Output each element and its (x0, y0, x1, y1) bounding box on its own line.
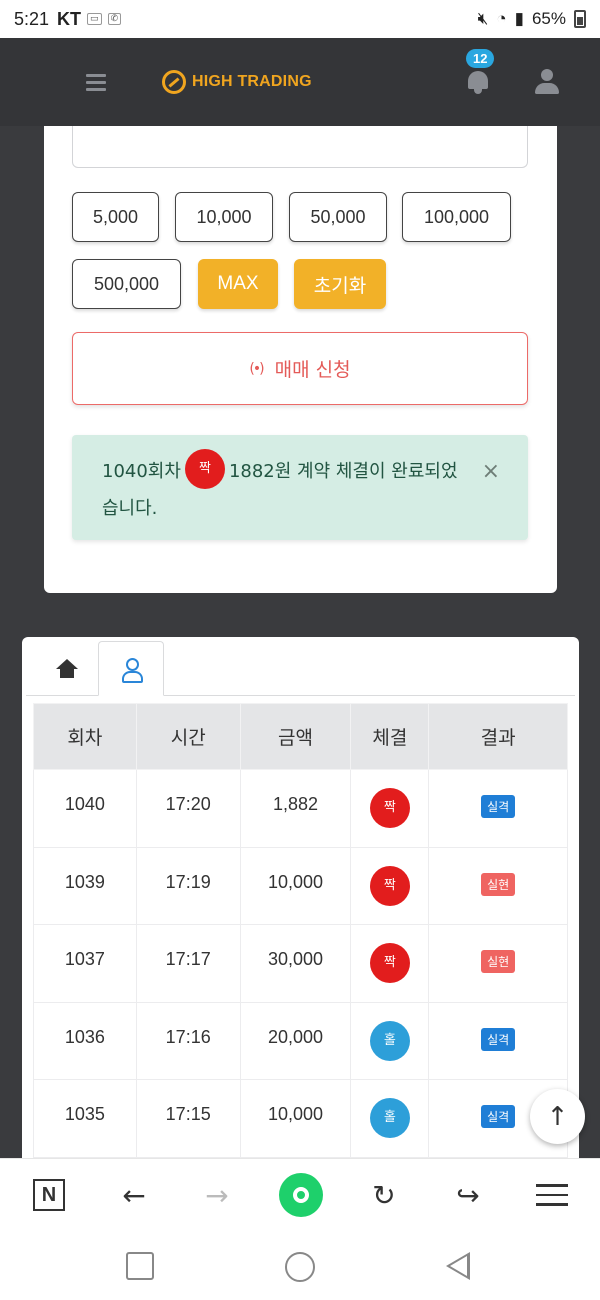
history-card: 회차 시간 금액 체결 결과 1040 17:20 1,882 짝 실격 103… (22, 637, 579, 1197)
amount-input[interactable] (72, 126, 528, 168)
history-table: 회차 시간 금액 체결 결과 1040 17:20 1,882 짝 실격 103… (33, 703, 568, 1158)
chip-badge: 짝 (369, 865, 410, 906)
logo-chart-icon (162, 70, 186, 94)
cell-amount: 20,000 (239, 1001, 352, 1080)
amount-button-5000[interactable]: 5,000 (72, 192, 159, 242)
result-badge: 실격 (481, 1105, 516, 1128)
green-circle-icon (293, 1187, 309, 1203)
column-header-fill: 체결 (350, 703, 430, 770)
green-action-button[interactable] (279, 1173, 323, 1217)
battery-icon (574, 10, 586, 28)
naver-icon: N (33, 1179, 65, 1211)
browser-toolbar: N ← → ↻ ↪ (0, 1158, 600, 1230)
cell-time: 17:16 (135, 1001, 241, 1080)
history-tabs (26, 641, 575, 696)
table-row: 1036 17:16 20,000 홀 실격 (33, 1001, 568, 1080)
broadcast-icon: (•) (249, 360, 264, 377)
status-carrier: KT (57, 8, 82, 29)
chip-badge: 짝 (369, 788, 410, 828)
reset-button[interactable]: 초기화 (294, 259, 386, 309)
recents-icon[interactable] (126, 1252, 154, 1280)
wifi-icon: ◔ (496, 9, 507, 28)
person-icon (121, 657, 143, 683)
android-nav-bar (0, 1230, 600, 1300)
scroll-top-button[interactable]: ↑ (530, 1089, 585, 1144)
submit-trade-button[interactable]: (•) 매매 신청 (72, 332, 528, 405)
amount-button-100000[interactable]: 100,000 (402, 192, 511, 242)
cell-round: 1035 (33, 1079, 137, 1158)
cell-round: 1037 (33, 924, 137, 1003)
cell-time: 17:15 (135, 1079, 241, 1158)
result-badge: 실현 (481, 872, 516, 896)
home-icon (56, 658, 78, 679)
refresh-icon[interactable]: ↻ (362, 1173, 406, 1217)
close-icon[interactable]: × (482, 453, 500, 490)
cell-round: 1039 (33, 846, 137, 925)
share-icon[interactable]: ↪ (446, 1173, 490, 1217)
success-alert: 1040회차 짝 1882원 계약 체결이 완료되었습니다. × (72, 435, 528, 540)
column-header-time: 시간 (135, 703, 241, 770)
battery-percent: 65% (531, 9, 566, 28)
amount-button-500000[interactable]: 500,000 (72, 259, 181, 309)
hamburger-menu-icon[interactable] (86, 73, 106, 91)
muted-icon: 🔇︎ (477, 9, 489, 28)
cell-time: 17:20 (135, 769, 241, 848)
amount-button-50000[interactable]: 50,000 (289, 192, 387, 242)
logo[interactable]: HIGH TRADING (162, 70, 312, 94)
max-button[interactable]: MAX (198, 259, 278, 309)
forward-icon[interactable]: → (195, 1173, 239, 1217)
app-notification-icon: ▭ (87, 13, 102, 25)
table-row: 1037 17:17 30,000 짝 실현 (33, 924, 568, 1003)
tab-my[interactable] (98, 641, 164, 696)
column-header-amount: 금액 (239, 703, 352, 770)
alert-chip: 짝 (184, 449, 225, 489)
result-badge: 실현 (481, 950, 516, 973)
bell-icon[interactable]: 12 (466, 49, 495, 95)
trade-card: 5,000 10,000 50,000 100,000 500,000 MAX … (44, 126, 557, 593)
logo-text: HIGH TRADING (192, 73, 312, 90)
alert-round: 1040회차 (102, 461, 181, 482)
column-header-round: 회차 (33, 703, 137, 770)
tab-home[interactable] (34, 641, 100, 696)
column-header-result: 결과 (428, 703, 568, 770)
back-icon[interactable]: ← (112, 1173, 156, 1217)
table-row: 1035 17:15 10,000 홀 실격 (33, 1079, 568, 1158)
status-bar: 5:21 KT ▭ ✆ 🔇︎ ◔ ▮ 65% (0, 0, 600, 38)
table-row: 1039 17:19 10,000 짝 실현 (33, 846, 568, 925)
naver-home-button[interactable]: N (27, 1173, 71, 1217)
app-header: HIGH TRADING 12 (0, 38, 600, 126)
amount-button-10000[interactable]: 10,000 (175, 192, 273, 242)
chip-badge: 짝 (369, 943, 410, 983)
user-icon[interactable] (534, 69, 560, 95)
cell-time: 17:17 (135, 924, 241, 1003)
status-time: 5:21 (14, 8, 50, 29)
chip-badge: 홀 (369, 1020, 410, 1061)
chip-badge: 홀 (369, 1098, 410, 1138)
cell-round: 1036 (33, 1001, 137, 1080)
cell-amount: 10,000 (239, 846, 352, 925)
call-icon: ✆ (107, 13, 122, 25)
notification-badge: 12 (466, 49, 495, 68)
result-badge: 실격 (481, 1027, 516, 1051)
menu-icon[interactable] (530, 1173, 574, 1217)
back-nav-icon[interactable] (446, 1252, 470, 1280)
cell-round: 1040 (33, 769, 137, 848)
submit-label: 매매 신청 (274, 359, 351, 381)
cell-amount: 1,882 (239, 769, 352, 848)
signal-icon: ▮ (514, 9, 524, 28)
cell-time: 17:19 (135, 846, 241, 925)
table-row: 1040 17:20 1,882 짝 실격 (33, 769, 568, 848)
cell-amount: 10,000 (239, 1079, 352, 1158)
result-badge: 실격 (481, 795, 516, 818)
status-right: 🔇︎ ◔ ▮ 65% (478, 9, 586, 29)
cell-amount: 30,000 (239, 924, 352, 1003)
home-nav-icon[interactable] (285, 1252, 315, 1282)
table-header-row: 회차 시간 금액 체결 결과 (33, 703, 568, 770)
